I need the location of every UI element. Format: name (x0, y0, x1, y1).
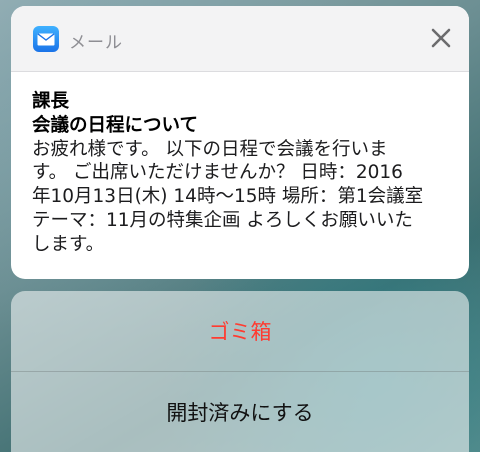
preview-line: す。 ご出席いただけませんか？ 日時：2016 (32, 162, 403, 184)
preview-line: 年10月13日(木) 14時〜15時 場所：第1会議室 (32, 186, 424, 208)
preview-line: テーマ：11月の特集企画 よろしくお願いいた (32, 209, 413, 231)
trash-button[interactable]: ゴミ箱 (11, 291, 469, 371)
email-preview: お疲れ様です。 以下の日程で会議を行いま す。 ご出席いただけませんか？ 日時：… (32, 138, 452, 257)
notification-card[interactable]: メール 課長 会議の日程について お疲れ様です。 以下の日程で会議を行いま す。… (11, 6, 469, 279)
close-icon[interactable] (429, 26, 453, 50)
notification-content: 課長 会議の日程について お疲れ様です。 以下の日程で会議を行いま す。 ご出席… (32, 90, 452, 257)
sender-name: 課長 (32, 91, 70, 112)
notification-header: メール (11, 6, 469, 72)
email-subject: 会議の日程について (32, 114, 198, 136)
mail-icon (33, 26, 59, 52)
app-name: メール (69, 33, 123, 53)
preview-line: します。 (32, 233, 105, 255)
mark-as-read-button[interactable]: 開封済みにする (11, 371, 469, 452)
action-sheet: ゴミ箱 開封済みにする (11, 291, 469, 452)
preview-line: お疲れ様です。 以下の日程で会議を行いま (32, 138, 388, 160)
